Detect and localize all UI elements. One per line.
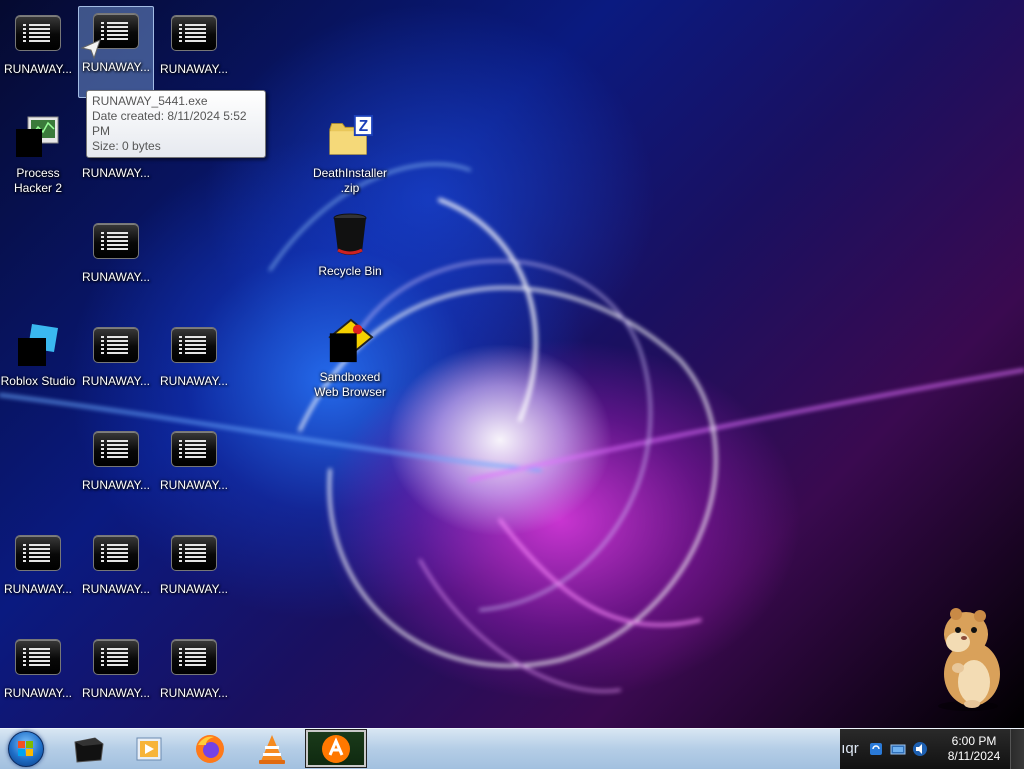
recycle-bin-icon bbox=[326, 213, 374, 255]
desktop-icon-runaway[interactable]: RUNAWAY... bbox=[78, 320, 154, 412]
sync-icon[interactable] bbox=[868, 741, 884, 757]
desktop-icon-label: RUNAWAY... bbox=[81, 582, 150, 596]
taskbar-clock[interactable]: 6:00 PM 8/11/2024 bbox=[934, 734, 1014, 764]
volume-icon[interactable] bbox=[912, 741, 928, 757]
show-desktop-button[interactable] bbox=[1010, 729, 1024, 769]
desktop-icon-runaway[interactable]: RUNAWAY... bbox=[78, 632, 154, 724]
tooltip-date-created: Date created: 8/11/2024 5:52 PM bbox=[92, 109, 247, 138]
desktop-icon-label: RUNAWAY... bbox=[81, 374, 150, 388]
tooltip-filename: RUNAWAY_5441.exe bbox=[92, 94, 208, 108]
terminal-icon bbox=[92, 533, 140, 573]
tray-overflow-text[interactable]: ıqr bbox=[840, 733, 860, 765]
tooltip-size: Size: 0 bytes bbox=[92, 139, 161, 153]
desktop-icon-label: Recycle Bin bbox=[318, 264, 382, 278]
taskbar: ıqr 6:00 PM 8/11/2024 bbox=[0, 728, 1024, 769]
clock-date: 8/11/2024 bbox=[947, 749, 1001, 763]
hamster-desktop-pet[interactable] bbox=[922, 604, 1012, 712]
terminal-icon bbox=[92, 221, 140, 261]
desktop-icon-roblox-studio[interactable]: Roblox Studio bbox=[0, 320, 76, 412]
desktop-icon-runaway[interactable]: RUNAWAY... bbox=[156, 424, 232, 516]
taskbar-item-firefox[interactable] bbox=[182, 730, 238, 767]
terminal-icon bbox=[92, 637, 140, 677]
terminal-icon bbox=[170, 13, 218, 53]
desktop-icon-sandboxed-web-browser[interactable]: Sandboxed Web Browser bbox=[312, 316, 388, 408]
avast-icon bbox=[322, 734, 350, 763]
terminal-icon bbox=[14, 637, 62, 677]
desktop-icon-label: Process Hacker 2 bbox=[13, 166, 63, 195]
file-info-tooltip: RUNAWAY_5441.exe Date created: 8/11/2024… bbox=[86, 90, 266, 158]
desktop-icon-label: RUNAWAY... bbox=[159, 686, 228, 700]
sandboxed-browser-icon bbox=[326, 318, 374, 363]
terminal-icon bbox=[74, 736, 104, 763]
desktop-icon-label: RUNAWAY... bbox=[81, 686, 150, 700]
desktop-icon-label: RUNAWAY... bbox=[3, 582, 72, 596]
desktop-icon-runaway[interactable]: RUNAWAY... bbox=[0, 528, 76, 620]
firefox-icon bbox=[196, 734, 224, 763]
desktop-icon-label: Roblox Studio bbox=[0, 374, 76, 388]
desktop-icon-runaway[interactable]: RUNAWAY... bbox=[78, 216, 154, 308]
terminal-icon bbox=[170, 325, 218, 365]
desktop-icon-deathinstaller-zip[interactable]: Z DeathInstaller.zip bbox=[312, 112, 388, 204]
terminal-icon bbox=[170, 429, 218, 469]
taskbar-item-avast[interactable] bbox=[305, 729, 367, 768]
taskbar-item-vlc[interactable] bbox=[244, 730, 300, 767]
desktop-icon-label: RUNAWAY... bbox=[81, 478, 150, 492]
zip-folder-icon: Z bbox=[326, 115, 374, 157]
desktop-icon-runaway[interactable]: RUNAWAY... bbox=[78, 528, 154, 620]
process-hacker-icon bbox=[14, 116, 62, 157]
desktop-icon-runaway[interactable]: RUNAWAY... bbox=[156, 8, 232, 100]
desktop-icon-label: RUNAWAY... bbox=[159, 582, 228, 596]
terminal-icon bbox=[14, 13, 62, 53]
taskbar-item-terminal[interactable] bbox=[60, 730, 116, 767]
desktop-icon-runaway[interactable]: RUNAWAY... bbox=[156, 320, 232, 412]
terminal-icon bbox=[14, 533, 62, 573]
terminal-icon bbox=[170, 637, 218, 677]
desktop-icon-label: Sandboxed Web Browser bbox=[314, 370, 386, 399]
taskbar-item-media-player[interactable] bbox=[120, 730, 176, 767]
desktop-icon-runaway[interactable]: RUNAWAY... bbox=[156, 632, 232, 724]
terminal-icon bbox=[92, 429, 140, 469]
windows-logo-icon bbox=[8, 731, 44, 767]
desktop-icon-recycle-bin[interactable]: Recycle Bin bbox=[312, 210, 388, 302]
desktop-icon-label: RUNAWAY... bbox=[3, 686, 72, 700]
desktop-icon-label: RUNAWAY... bbox=[3, 62, 72, 76]
desktop-icon-label: RUNAWAY... bbox=[81, 60, 150, 74]
svg-text:Z: Z bbox=[359, 118, 368, 135]
desktop-icon-label: RUNAWAY... bbox=[159, 374, 228, 388]
mouse-cursor-icon bbox=[80, 39, 101, 60]
terminal-icon bbox=[92, 325, 140, 365]
desktop-icon-label: RUNAWAY... bbox=[159, 62, 228, 76]
desktop-icon-runaway[interactable]: RUNAWAY... bbox=[0, 8, 76, 100]
desktop-icon-process-hacker[interactable]: Process Hacker 2 bbox=[0, 112, 76, 204]
desktop-icon-runaway[interactable]: RUNAWAY... bbox=[0, 632, 76, 724]
roblox-studio-icon bbox=[14, 324, 62, 366]
vlc-icon bbox=[259, 734, 285, 764]
desktop-icon-runaway[interactable]: RUNAWAY... bbox=[78, 424, 154, 516]
start-button[interactable] bbox=[4, 730, 48, 768]
desktop-icon-label: DeathInstaller.zip bbox=[312, 166, 388, 195]
media-player-icon bbox=[136, 737, 162, 760]
clock-time: 6:00 PM bbox=[951, 734, 997, 748]
desktop-icon-label: RUNAWAY... bbox=[81, 166, 150, 180]
network-icon[interactable] bbox=[890, 741, 906, 757]
system-tray: ıqr 6:00 PM 8/11/2024 bbox=[840, 729, 1024, 769]
desktop-icon-label: RUNAWAY... bbox=[159, 478, 228, 492]
desktop-icon-label: RUNAWAY... bbox=[81, 270, 150, 284]
desktop-icon-runaway[interactable]: RUNAWAY... bbox=[156, 528, 232, 620]
terminal-icon bbox=[170, 533, 218, 573]
